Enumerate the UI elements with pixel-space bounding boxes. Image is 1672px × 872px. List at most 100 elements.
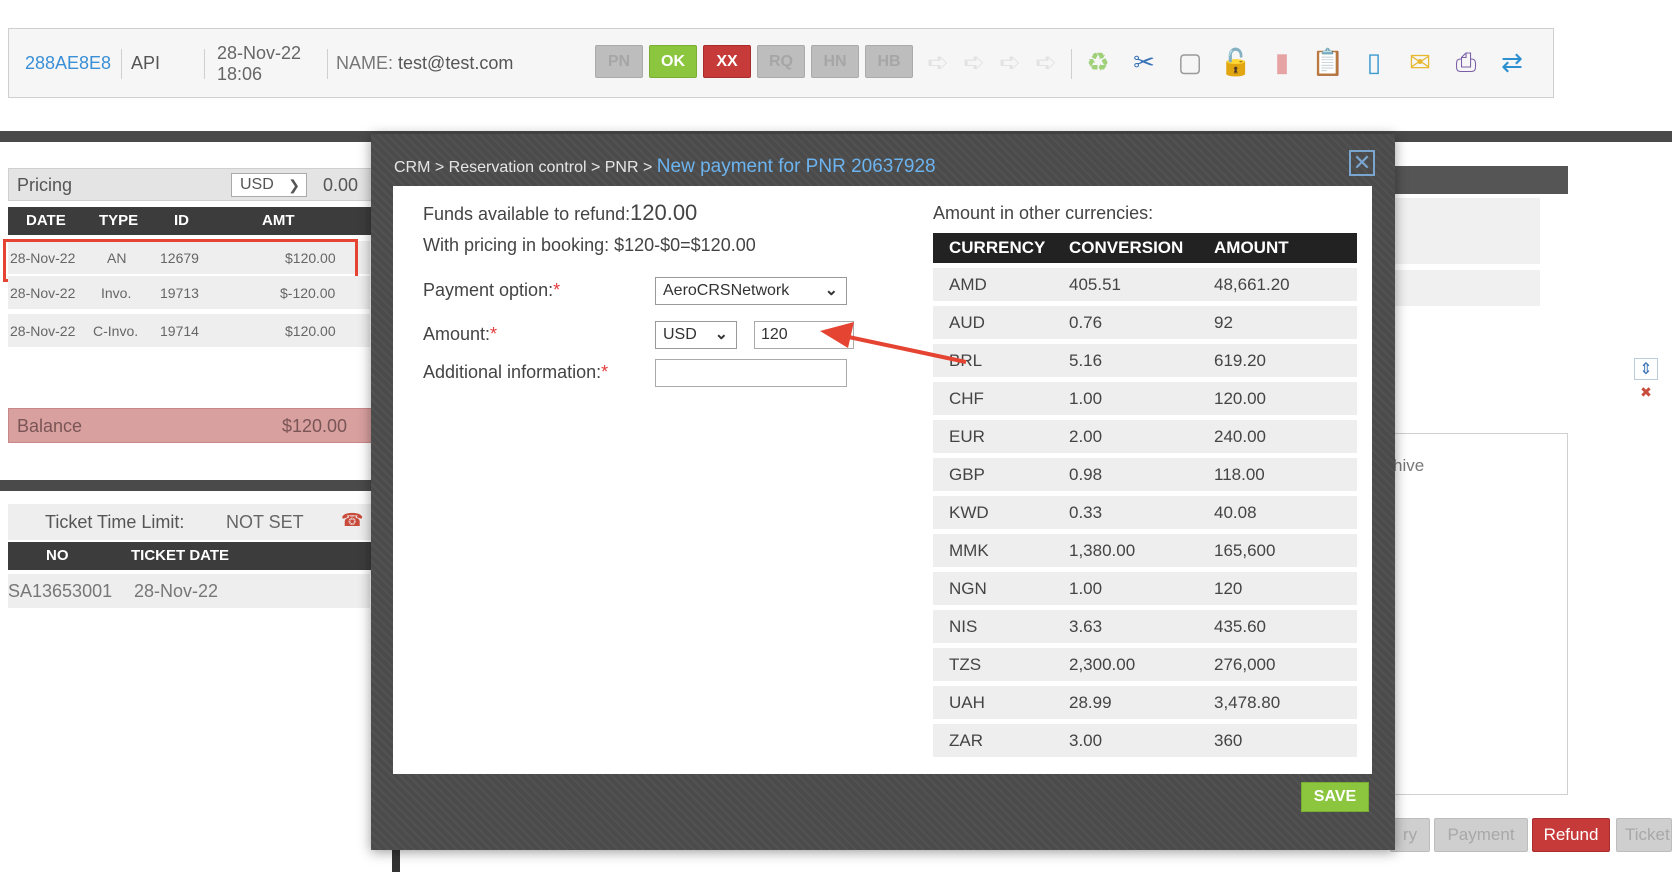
refund-button[interactable]: Refund — [1532, 818, 1610, 852]
arrow-right-icon[interactable]: ➪ — [957, 43, 991, 81]
status-ok-button[interactable]: OK — [649, 45, 697, 78]
other-currencies-label: Amount in other currencies: — [933, 203, 1154, 223]
modal-breadcrumb: CRM > Reservation control > PNR > New pa… — [394, 156, 936, 178]
ledger-header: DATE TYPE ID AMT — [8, 207, 380, 235]
pricing-currency-value: USD — [240, 176, 274, 193]
currency-cell-amount: 120 — [1214, 579, 1243, 598]
edit-document-icon[interactable]: ▢ — [1173, 43, 1207, 81]
clipboard-icon[interactable]: 📋 — [1311, 43, 1345, 81]
scissors-icon[interactable]: ✂ — [1127, 43, 1161, 81]
currency-cell-conversion: 28.99 — [1069, 693, 1112, 712]
currency-cell-currency: MMK — [949, 541, 989, 560]
recycle-icon[interactable]: ♻ — [1081, 43, 1115, 81]
right-content-panel — [1390, 433, 1568, 795]
arrow-right-icon[interactable]: ➪ — [1029, 43, 1063, 81]
row-id: 19713 — [160, 285, 199, 301]
status-xx-button[interactable]: XX — [703, 45, 751, 78]
chevron-down-icon: ⌄ — [824, 282, 838, 299]
currency-cell-amount: 120.00 — [1214, 389, 1266, 408]
envelope-icon[interactable]: ✉ — [1403, 43, 1437, 81]
currency-cell-amount: 165,600 — [1214, 541, 1276, 560]
close-icon[interactable]: ✕ — [1349, 150, 1375, 176]
arrow-right-icon[interactable]: ➪ — [993, 43, 1027, 81]
partial-button[interactable]: ry — [1390, 818, 1430, 852]
name-value: test@test.com — [398, 53, 514, 73]
trash-icon[interactable]: ▮ — [1265, 43, 1299, 81]
right-section-box — [1390, 198, 1540, 264]
currency-row: NGN 1.00 120 — [933, 572, 1357, 605]
table-row[interactable]: 28-Nov-22 C-Invo. 19714 $120.00 — [8, 314, 370, 347]
table-row[interactable]: 28-Nov-22 Invo. 19713 $-120.00 — [8, 276, 370, 309]
currency-row: UAH 28.99 3,478.80 — [933, 686, 1357, 719]
bottle-icon[interactable]: ▯ — [1357, 43, 1391, 81]
status-hn-button[interactable]: HN — [811, 45, 859, 78]
ticket-row[interactable]: SA13653001 28-Nov-22 — [8, 574, 370, 608]
pnr-code-link[interactable]: 288AE8E8 — [25, 53, 111, 74]
currency-row: AUD 0.76 92 — [933, 306, 1357, 339]
currency-cell-conversion: 405.51 — [1069, 275, 1121, 294]
currency-row: AMD 405.51 48,661.20 — [933, 268, 1357, 301]
currency-cell-amount: 360 — [1214, 731, 1243, 750]
currency-row: ZAR 3.00 360 — [933, 724, 1357, 757]
currency-cell-amount: 92 — [1214, 313, 1233, 332]
right-panel-text: hive — [1393, 456, 1425, 475]
currency-cell-currency: TZS — [949, 655, 982, 674]
pricing-label: Pricing — [17, 175, 73, 195]
currency-cell-conversion: 0.33 — [1069, 503, 1103, 522]
row-amt: $120.00 — [285, 323, 336, 339]
move-icon[interactable]: ⇕ — [1634, 358, 1658, 380]
name-label: NAME: — [336, 53, 394, 73]
right-section-header — [1390, 166, 1568, 194]
status-pn-button[interactable]: PN — [595, 45, 643, 78]
balance-row: Balance $120.00 — [8, 408, 380, 443]
currency-cell-amount: 48,661.20 — [1214, 275, 1290, 294]
breadcrumb-path[interactable]: CRM > Reservation control > PNR > — [394, 159, 652, 176]
amount-currency-select[interactable]: USD ⌄ — [655, 321, 737, 349]
currency-cell-amount: 118.00 — [1214, 465, 1265, 484]
payment-option-select[interactable]: AeroCRSNetwork ⌄ — [655, 277, 847, 305]
payment-option-label-text: Payment option: — [423, 280, 554, 300]
payment-option-label: Payment option:* — [423, 280, 560, 301]
save-button[interactable]: SAVE — [1301, 782, 1369, 812]
currency-table-header: CURRENCY CONVERSION AMOUNT — [933, 233, 1357, 263]
additional-info-input[interactable] — [655, 359, 847, 387]
printer-icon[interactable]: ⎙ — [1449, 43, 1483, 81]
currency-cell-conversion: 1.00 — [1069, 579, 1103, 598]
currency-cell-conversion: 0.76 — [1069, 313, 1103, 332]
balance-label: Balance — [17, 416, 83, 436]
currency-cell-currency: ZAR — [949, 731, 983, 750]
delete-icon[interactable]: ✖ — [1634, 384, 1658, 401]
currency-cell-conversion: 2,300.00 — [1069, 655, 1136, 674]
currency-row: GBP 0.98 118.00 — [933, 458, 1357, 491]
arrow-right-icon[interactable]: ➪ — [921, 43, 955, 81]
col-type: TYPE — [99, 212, 139, 229]
status-hb-button[interactable]: HB — [865, 45, 913, 78]
row-type: Invo. — [101, 285, 132, 301]
currency-cell-amount: 40.08 — [1214, 503, 1257, 522]
col-ticket-date: TICKET DATE — [131, 547, 230, 564]
payment-button[interactable]: Payment — [1434, 818, 1528, 852]
currency-cell-currency: CHF — [949, 389, 984, 408]
right-section-box — [1390, 270, 1540, 306]
currency-row: CHF 1.00 120.00 — [933, 382, 1357, 415]
currency-cell-currency: NGN — [949, 579, 987, 598]
additional-info-label-text: Additional information: — [423, 362, 602, 382]
booking-date: 28-Nov-22 — [217, 43, 302, 63]
pnr-header-bar: 288AE8E8 API 28-Nov-22 18:06 NAME: test@… — [8, 28, 1554, 98]
phone-icon[interactable]: ☎ — [341, 510, 363, 531]
ticket-no: SA13653001 — [8, 581, 113, 601]
unlock-icon[interactable]: 🔓 — [1219, 43, 1253, 81]
currency-cell-currency: AMD — [949, 275, 987, 294]
divider — [327, 49, 328, 79]
divider — [204, 49, 205, 79]
ticket-date: 28-Nov-22 — [134, 581, 219, 601]
status-rq-button[interactable]: RQ — [757, 45, 805, 78]
ticket-button[interactable]: Ticket — [1616, 818, 1672, 852]
pricing-currency-select[interactable]: USD ❯ — [231, 173, 307, 197]
row-date: 28-Nov-22 — [10, 285, 76, 301]
currency-cell-currency: NIS — [949, 617, 978, 636]
pricing-in-booking: With pricing in booking: $120-$0=$120.00 — [423, 235, 756, 255]
sync-icon[interactable]: ⇄ — [1495, 43, 1529, 81]
row-type: C-Invo. — [93, 323, 139, 339]
ticket-time-limit-label: Ticket Time Limit: — [45, 512, 185, 532]
